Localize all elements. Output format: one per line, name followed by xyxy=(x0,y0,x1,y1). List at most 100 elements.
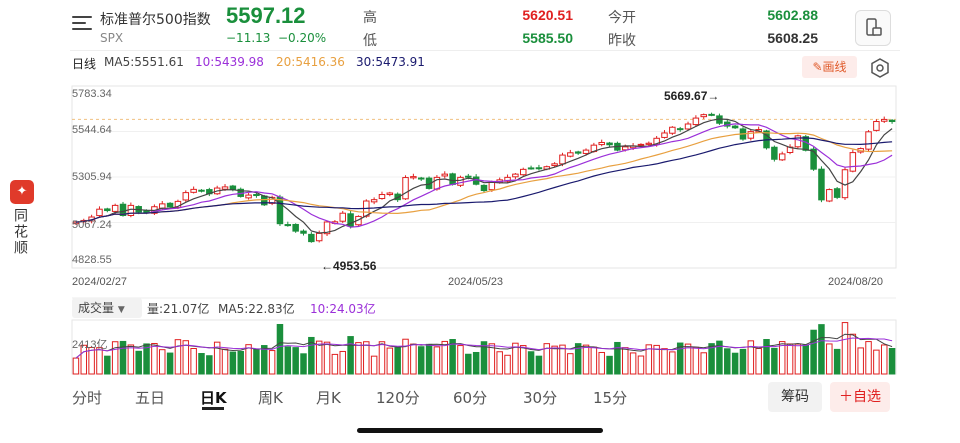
volume-bar xyxy=(331,353,339,375)
volume-bar xyxy=(724,348,731,375)
volume-bar xyxy=(378,341,386,375)
volume-bar xyxy=(880,344,888,375)
kline-chart[interactable] xyxy=(0,0,960,443)
volume-bar xyxy=(363,341,370,375)
volume-bar xyxy=(818,324,825,375)
candle-body xyxy=(731,125,739,129)
candle-body xyxy=(818,168,825,201)
volume-bar xyxy=(590,346,598,375)
candle-body xyxy=(676,128,684,131)
candle-body xyxy=(826,189,833,202)
volume-bar xyxy=(206,355,213,375)
volume-bar xyxy=(841,322,849,375)
candle-body xyxy=(833,188,841,198)
tab-monthly-k[interactable]: 月K xyxy=(316,387,341,408)
candle-body xyxy=(488,181,496,191)
volume-bar xyxy=(763,339,770,375)
candle-body xyxy=(574,151,582,154)
volume-bar xyxy=(323,341,331,375)
volume-bar xyxy=(888,348,896,375)
volume-bar xyxy=(386,347,394,375)
tab-daily-k[interactable]: 日K xyxy=(200,387,227,408)
candle-body xyxy=(96,208,103,217)
tab-weekly-k[interactable]: 周K xyxy=(258,387,283,408)
y-tick-4: 5067.24 xyxy=(72,219,112,231)
volume-bar xyxy=(284,346,292,375)
volume-bar xyxy=(166,352,174,375)
add-watchlist-button[interactable]: ＋自选 xyxy=(830,382,890,412)
candle-body xyxy=(292,223,299,232)
volume-bar xyxy=(465,353,472,375)
candle-body xyxy=(182,192,190,201)
candle-body xyxy=(245,194,252,199)
candle-body xyxy=(104,208,111,212)
y-tick-5: 4828.55 xyxy=(72,254,112,266)
candle-body xyxy=(535,167,543,170)
volume-bar xyxy=(190,348,197,375)
volume-bar xyxy=(221,348,229,375)
volume-bar xyxy=(104,355,111,375)
candle-body xyxy=(386,192,394,196)
indicator-selector-label: 成交量 xyxy=(78,301,115,315)
volume-bar xyxy=(873,349,880,375)
volume-bar xyxy=(637,355,645,375)
candle-body xyxy=(221,186,229,190)
candle-body xyxy=(166,202,174,208)
volume-bar xyxy=(370,355,378,375)
volume-bar xyxy=(394,347,401,375)
volume-bar xyxy=(339,350,346,375)
candle-body xyxy=(441,173,449,177)
volume-bar xyxy=(551,345,558,375)
candle-body xyxy=(661,132,668,138)
volume-bar xyxy=(747,340,755,375)
volume-bar xyxy=(417,346,425,375)
volume-bar xyxy=(253,348,260,375)
candle-body xyxy=(645,142,653,145)
candle-body xyxy=(708,113,715,116)
active-tab-underline xyxy=(202,407,224,410)
volume-bar xyxy=(810,329,817,375)
volume-bar xyxy=(268,350,276,375)
volume-bar xyxy=(425,343,433,375)
candle-body xyxy=(865,131,872,150)
volume-bar xyxy=(755,348,762,375)
date-end: 2024/08/20 xyxy=(828,276,884,288)
volume-bar xyxy=(441,340,449,375)
date-start: 2024/02/27 xyxy=(72,276,128,288)
volume-bar xyxy=(472,351,480,375)
indicator-selector[interactable]: 成交量 ▼ xyxy=(72,298,142,318)
volume-bar xyxy=(276,323,284,375)
volume-bar xyxy=(300,353,307,375)
volume-bar xyxy=(826,343,833,375)
volume-bar xyxy=(559,344,566,375)
candle-body xyxy=(669,126,676,134)
tab-30min[interactable]: 30分 xyxy=(523,387,557,408)
tab-120min[interactable]: 120分 xyxy=(376,387,420,408)
volume-bar xyxy=(457,345,464,375)
tab-15min[interactable]: 15分 xyxy=(593,387,627,408)
volume-bar xyxy=(198,353,205,375)
chip-distribution-button[interactable]: 筹码 xyxy=(768,382,822,412)
volume-bar xyxy=(245,344,252,375)
candle-body xyxy=(692,117,700,126)
tab-60min[interactable]: 60分 xyxy=(453,387,487,408)
candle-body xyxy=(315,232,323,242)
volume-ma5: MA5:22.83亿 xyxy=(218,302,295,316)
y-tick-2: 5544.64 xyxy=(72,124,112,136)
candle-body xyxy=(527,167,535,170)
tab-intraday[interactable]: 分时 xyxy=(72,387,102,408)
volume-bar xyxy=(433,346,441,375)
volume-bar xyxy=(771,347,778,375)
high-annotation: 5669.67→ xyxy=(664,89,720,103)
candle-body xyxy=(159,203,166,209)
tab-five-day[interactable]: 五日 xyxy=(135,387,165,408)
volume-bar xyxy=(347,336,354,375)
candle-body xyxy=(276,196,284,225)
candle-body xyxy=(606,142,613,146)
low-annotation: ←4953.56 xyxy=(321,259,377,273)
candle-body xyxy=(370,199,378,203)
candle-body xyxy=(457,176,464,186)
volume-ma10: 10:24.03亿 xyxy=(310,302,376,316)
candle-body xyxy=(567,152,574,157)
volume-bar xyxy=(567,353,574,375)
